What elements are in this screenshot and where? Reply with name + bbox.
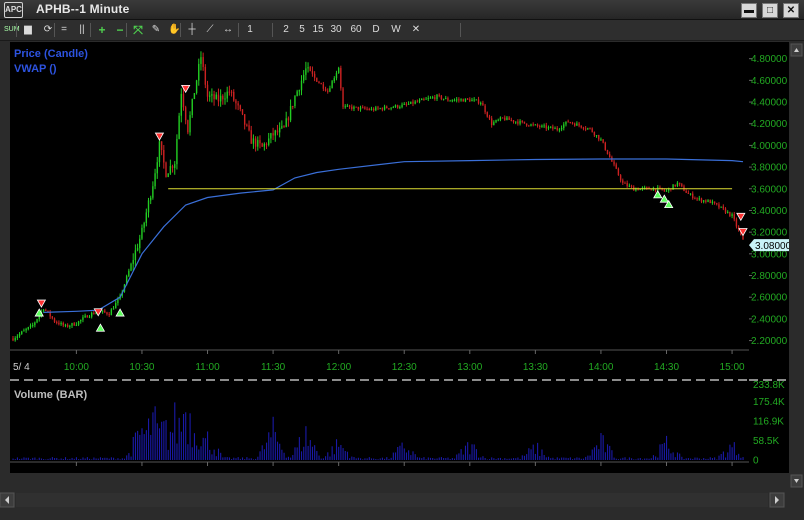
volume-tick-label: 116.9K xyxy=(753,417,784,428)
interval-30[interactable]: 30 xyxy=(330,22,342,38)
time-tick-label: 10:30 xyxy=(129,362,154,373)
volume-tick-label: 175.4K xyxy=(753,397,785,408)
time-tick-label: 11:00 xyxy=(195,362,220,373)
pause-icon[interactable]: || xyxy=(76,22,88,38)
maximize-button[interactable]: □ xyxy=(762,3,778,18)
sell-signal-marker xyxy=(154,132,165,141)
pencil-icon[interactable]: ✎ xyxy=(150,22,162,38)
sell-signal-marker xyxy=(180,84,191,94)
time-tick-label: 12:30 xyxy=(392,362,417,373)
interval-15[interactable]: 15 xyxy=(312,22,324,38)
minimize-button[interactable]: ▬ xyxy=(741,3,757,18)
interval-W[interactable]: W xyxy=(390,22,402,38)
price-tick-label: 2.80000 xyxy=(751,271,788,282)
volume-legend: Volume (BAR) xyxy=(14,389,87,401)
toolbar-separator xyxy=(90,23,91,37)
time-tick-label: 13:30 xyxy=(523,362,548,373)
equals-icon[interactable]: = xyxy=(58,22,70,38)
time-tick-label: 14:30 xyxy=(654,362,679,373)
title-bar: APC APHB--1 Minute ▬ □ ✕ xyxy=(0,0,804,20)
chart-toolbar: SUM ▆ ⟳ = || + − ⤧ ✎ ✋ ┼ ⟋ ↔ 1 2 5 15 30 60 D W ✕ xyxy=(0,20,804,41)
buy-signal-marker xyxy=(115,308,125,317)
sell-signal-marker xyxy=(736,212,746,222)
chart-area[interactable]: Price (Candle) VWAP () 5/ 4 10:00 10:30 11:00… xyxy=(10,42,749,485)
price-tick-label: 2.40000 xyxy=(751,314,788,325)
price-legend: Price (Candle) xyxy=(14,48,88,60)
price-tick-label: 3.20000 xyxy=(751,228,788,239)
price-tick-label: 3.40000 xyxy=(751,206,788,217)
time-tick-label: 14:00 xyxy=(588,362,613,373)
volume-tick-label: 233.8K xyxy=(753,380,785,391)
window-title: APHB--1 Minute xyxy=(36,2,130,16)
price-tick-label: 3.80000 xyxy=(751,163,788,174)
price-tick-label: 4.80000 xyxy=(751,54,788,65)
time-tick-label: 13:00 xyxy=(457,362,482,373)
price-tick-label: 3.60000 xyxy=(751,184,788,195)
interval-60[interactable]: 60 xyxy=(350,22,362,38)
interval-D[interactable]: D xyxy=(370,22,382,38)
volume-tick-label: 0 xyxy=(753,456,759,467)
refresh-icon[interactable]: ⟳ xyxy=(42,22,54,38)
buy-signal-marker xyxy=(659,194,670,203)
volume-tick-label: 58.5K xyxy=(753,436,779,447)
price-tick-label: 4.00000 xyxy=(751,141,788,152)
time-tick-label: 15:00 xyxy=(720,362,745,373)
close-chart-icon[interactable]: ✕ xyxy=(410,22,422,38)
fit-icon[interactable]: ⤧ xyxy=(132,22,144,38)
vertical-scrollbar[interactable] xyxy=(789,42,804,489)
line-tool-icon[interactable]: ⟋ xyxy=(204,22,216,38)
pan-icon[interactable]: ↔ xyxy=(222,22,234,38)
zoom-in-icon[interactable]: + xyxy=(96,22,108,38)
time-tick-label: 11:30 xyxy=(261,362,286,373)
time-tick-label: 10:00 xyxy=(64,362,89,373)
interval-5[interactable]: 5 xyxy=(296,22,308,38)
toolbar-separator xyxy=(272,23,273,37)
toolbar-separator xyxy=(54,23,55,37)
vwap-legend: VWAP () xyxy=(14,63,57,75)
crosshair-icon[interactable]: ┼ xyxy=(186,22,198,38)
time-tick-label: 12:00 xyxy=(326,362,351,373)
price-axis: 4.80000 4.60000 4.40000 4.20000 4.00000 3.800… xyxy=(749,42,792,473)
price-tick-label: 4.40000 xyxy=(751,98,788,109)
app-icon: APC xyxy=(4,2,23,18)
interval-2[interactable]: 2 xyxy=(280,22,292,38)
volume-bars xyxy=(12,402,744,460)
toolbar-separator xyxy=(180,23,181,37)
price-tick-label: 4.20000 xyxy=(751,119,788,130)
time-axis-date: 5/ 4 xyxy=(13,362,30,373)
sell-signal-marker xyxy=(36,299,47,308)
hand-icon[interactable]: ✋ xyxy=(168,22,180,38)
price-tick-label: 2.20000 xyxy=(751,336,788,347)
toolbar-separator xyxy=(238,23,239,37)
horizontal-scrollbar[interactable] xyxy=(0,489,804,515)
buy-signal-marker xyxy=(653,190,663,199)
close-button[interactable]: ✕ xyxy=(783,3,799,18)
sell-signal-marker xyxy=(93,308,103,317)
chart-canvas[interactable]: Price (Candle) VWAP () 5/ 4 10:00 10:30 11:00… xyxy=(10,42,749,485)
toolbar-separator xyxy=(126,23,127,37)
price-tick-label: 2.60000 xyxy=(751,293,788,304)
chart-type-icon[interactable]: ▆ xyxy=(22,22,34,38)
sum-button[interactable]: SUM xyxy=(4,22,20,38)
toolbar-separator xyxy=(16,23,17,37)
price-tick-label: 4.60000 xyxy=(751,76,788,87)
interval-1[interactable]: 1 xyxy=(244,22,256,38)
zoom-out-icon[interactable]: − xyxy=(114,22,126,38)
vwap-line xyxy=(43,158,744,313)
candle-series xyxy=(12,51,744,342)
buy-signal-marker xyxy=(95,323,106,332)
current-price-label: 3.08000 xyxy=(755,241,789,252)
toolbar-separator xyxy=(460,23,461,37)
